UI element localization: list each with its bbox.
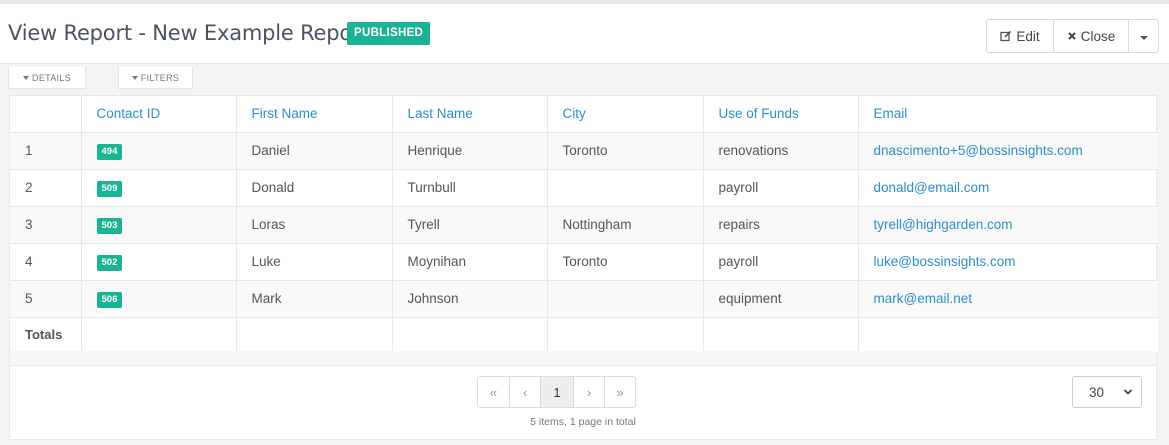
column-header-contact-id[interactable]: Contact ID — [81, 96, 237, 133]
contact-id-cell: 494 — [81, 132, 237, 170]
column-header-city[interactable]: City — [547, 96, 704, 133]
caret-down-icon — [23, 75, 30, 80]
first-name-cell: Loras — [236, 206, 393, 244]
close-label: Close — [1080, 28, 1116, 44]
column-header-last-name[interactable]: Last Name — [392, 96, 548, 133]
table-row: 4 502 Luke Moynihan Toronto payroll luke… — [10, 243, 1158, 281]
edit-icon — [1000, 30, 1012, 42]
page-1-button[interactable]: 1 — [540, 377, 573, 407]
last-name-cell: Henrique — [392, 132, 548, 170]
details-toggle-label: DETAILS — [32, 72, 71, 83]
contact-id-cell: 502 — [81, 243, 237, 281]
city-cell — [547, 280, 704, 318]
table-row: 3 503 Loras Tyrell Nottingham repairs ty… — [10, 206, 1158, 244]
contact-id-badge[interactable]: 506 — [96, 291, 123, 308]
email-cell: donald@email.com — [858, 169, 1158, 207]
last-name-cell: Moynihan — [392, 243, 548, 281]
status-badge: PUBLISHED — [347, 22, 431, 45]
page-header: View Report - New Example Report PUBLISH… — [0, 4, 1169, 64]
last-name-cell: Johnson — [392, 280, 548, 318]
use-of-funds-cell: renovations — [703, 132, 859, 170]
email-cell: dnascimento+5@bossinsights.com — [858, 132, 1158, 170]
table-row: 5 506 Mark Johnson equipment mark@email.… — [10, 280, 1158, 318]
row-number: 2 — [10, 169, 82, 207]
contact-id-badge[interactable]: 494 — [96, 143, 123, 160]
row-number: 3 — [10, 206, 82, 244]
city-cell: Toronto — [547, 132, 704, 170]
page-title: View Report - New Example Report — [8, 21, 369, 45]
column-header-use-of-funds[interactable]: Use of Funds — [703, 96, 859, 133]
table-row: 1 494 Daniel Henrique Toronto renovation… — [10, 132, 1158, 170]
first-name-cell: Mark — [236, 280, 393, 318]
totals-cell — [547, 317, 704, 353]
contact-id-badge[interactable]: 509 — [96, 180, 123, 197]
email-link[interactable]: dnascimento+5@bossinsights.com — [874, 143, 1083, 158]
totals-cell — [703, 317, 859, 353]
contact-id-badge[interactable]: 502 — [96, 254, 123, 271]
close-button[interactable]: Close — [1053, 20, 1128, 52]
report-actions: Edit Close — [986, 19, 1159, 53]
first-name-cell: Luke — [236, 243, 393, 281]
first-page-button[interactable]: « — [478, 377, 509, 407]
totals-cell — [858, 317, 1158, 353]
totals-cell — [236, 317, 393, 353]
row-number: 1 — [10, 132, 82, 170]
email-cell: mark@email.net — [858, 280, 1158, 318]
pagination: « ‹ 1 › » — [477, 376, 636, 408]
city-cell: Toronto — [547, 243, 704, 281]
contact-id-cell: 506 — [81, 280, 237, 318]
use-of-funds-cell: equipment — [703, 280, 859, 318]
email-link[interactable]: donald@email.com — [874, 180, 990, 195]
pagination-info: 5 items, 1 page in total — [530, 416, 636, 428]
use-of-funds-cell: payroll — [703, 243, 859, 281]
city-cell: Nottingham — [547, 206, 704, 244]
details-toggle[interactable]: DETAILS — [8, 67, 86, 89]
totals-cell — [81, 317, 237, 353]
next-page-button[interactable]: › — [573, 377, 604, 407]
filters-toggle[interactable]: FILTERS — [118, 67, 193, 89]
totals-cell — [392, 317, 548, 353]
last-page-button[interactable]: » — [604, 377, 635, 407]
close-icon — [1067, 31, 1077, 41]
column-header-email[interactable]: Email — [858, 96, 1158, 133]
caret-down-icon — [131, 75, 138, 80]
email-link[interactable]: tyrell@highgarden.com — [874, 217, 1013, 232]
page-size-value: 30 — [1089, 384, 1105, 400]
table-footer-divider — [10, 351, 1156, 366]
chevron-down-icon — [1139, 29, 1149, 44]
first-name-cell: Donald — [236, 169, 393, 207]
row-number: 4 — [10, 243, 82, 281]
totals-row: Totals — [10, 317, 1158, 353]
table-row: 2 509 Donald Turnbull payroll donald@ema… — [10, 169, 1158, 207]
page-size-select[interactable]: 30 — [1072, 376, 1142, 408]
city-cell — [547, 169, 704, 207]
contact-id-cell: 509 — [81, 169, 237, 207]
filters-toggle-label: FILTERS — [140, 72, 180, 83]
email-cell: tyrell@highgarden.com — [858, 206, 1158, 244]
first-name-cell: Daniel — [236, 132, 393, 170]
column-header-first-name[interactable]: First Name — [236, 96, 393, 133]
use-of-funds-cell: payroll — [703, 169, 859, 207]
contact-id-cell: 503 — [81, 206, 237, 244]
email-link[interactable]: mark@email.net — [874, 291, 972, 306]
more-actions-button[interactable] — [1128, 20, 1158, 52]
contact-id-badge[interactable]: 503 — [96, 217, 123, 234]
edit-label: Edit — [1016, 28, 1040, 44]
last-name-cell: Turnbull — [392, 169, 548, 207]
report-toolbar: DETAILS FILTERS — [0, 65, 1169, 90]
report-table: Contact ID First Name Last Name City Use… — [10, 96, 1158, 353]
table-header-row: Contact ID First Name Last Name City Use… — [10, 96, 1158, 133]
edit-button[interactable]: Edit — [987, 20, 1053, 52]
report-panel: Contact ID First Name Last Name City Use… — [9, 95, 1158, 440]
email-cell: luke@bossinsights.com — [858, 243, 1158, 281]
previous-page-button[interactable]: ‹ — [509, 377, 540, 407]
email-link[interactable]: luke@bossinsights.com — [874, 254, 1016, 269]
totals-label: Totals — [10, 317, 82, 353]
column-header-index[interactable] — [10, 96, 82, 133]
chevron-down-icon — [1123, 386, 1133, 401]
last-name-cell: Tyrell — [392, 206, 548, 244]
use-of-funds-cell: repairs — [703, 206, 859, 244]
row-number: 5 — [10, 280, 82, 318]
